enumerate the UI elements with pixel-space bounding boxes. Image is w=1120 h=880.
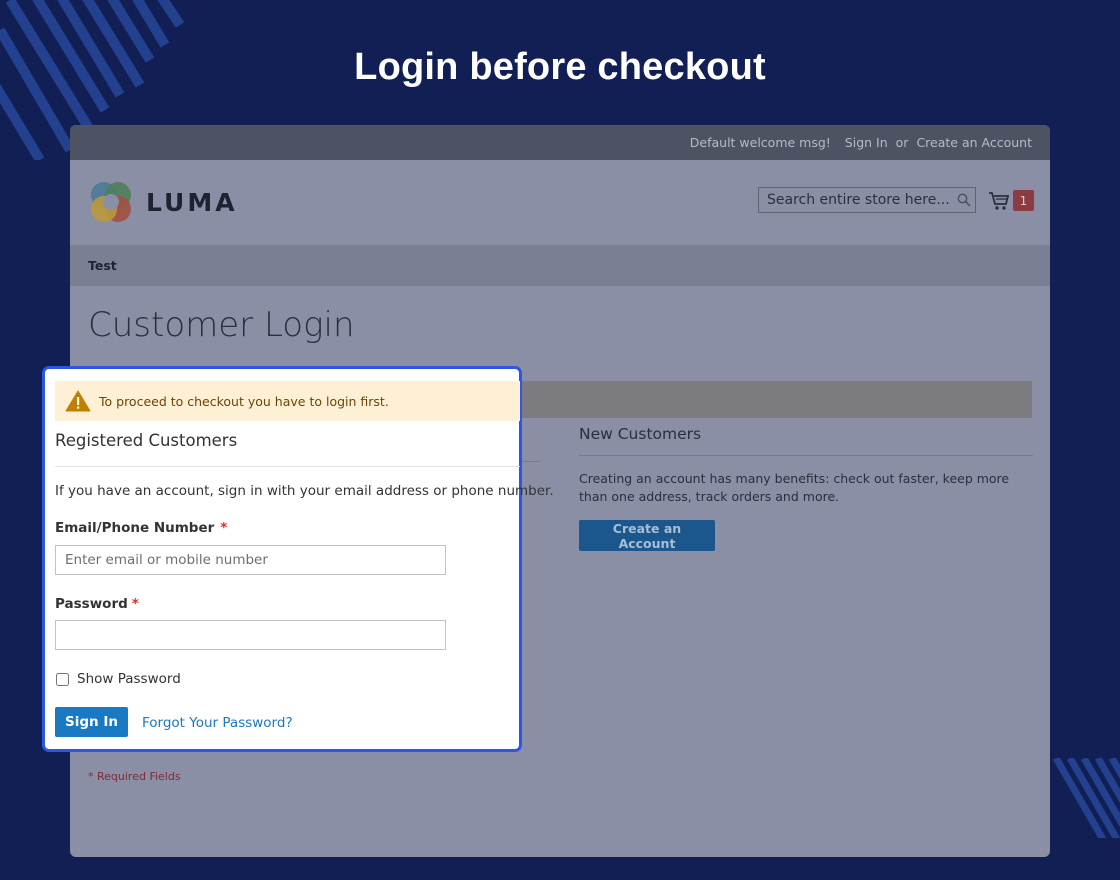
- cart-icon: [989, 191, 1010, 210]
- password-label: Password *: [55, 596, 139, 612]
- checkout-login-alert: To proceed to checkout you have to login…: [55, 381, 520, 421]
- registered-divider: [55, 466, 520, 467]
- luma-logo[interactable]: LUMA: [88, 179, 238, 225]
- registered-customers-title: Registered Customers: [55, 431, 238, 450]
- email-field[interactable]: [55, 545, 446, 575]
- email-label: Email/Phone Number *: [55, 520, 227, 536]
- top-create-account-link[interactable]: Create an Account: [916, 135, 1032, 150]
- new-customers-title: New Customers: [579, 425, 1033, 456]
- forgot-password-link[interactable]: Forgot Your Password?: [142, 715, 293, 731]
- nav-bar: Test: [70, 245, 1050, 286]
- password-label-text: Password: [55, 596, 128, 612]
- minicart[interactable]: 1: [988, 190, 1034, 211]
- headline: Login before checkout: [354, 46, 766, 88]
- decorative-stripes-bottom-right: [1052, 758, 1120, 838]
- new-customers-block: New Customers Creating an account has ma…: [579, 425, 1033, 552]
- show-password-checkbox[interactable]: [56, 672, 69, 686]
- alert-text: To proceed to checkout you have to login…: [99, 393, 389, 409]
- top-links-bar: Default welcome msg! Sign In or Create a…: [70, 125, 1050, 160]
- top-or-text: or: [895, 135, 909, 150]
- new-customers-text: Creating an account has many benefits: c…: [579, 471, 1010, 504]
- logo-text: LUMA: [146, 187, 238, 217]
- search-input[interactable]: Search entire store here...: [767, 192, 953, 208]
- search-icon[interactable]: [953, 189, 975, 211]
- warning-icon: [65, 390, 91, 412]
- password-field[interactable]: [55, 620, 446, 650]
- registered-customers-card: To proceed to checkout you have to login…: [42, 366, 554, 752]
- store-header: LUMA Search entire store here... 1: [70, 160, 1050, 245]
- luma-logo-icon: [91, 182, 131, 222]
- registered-intro: If you have an account, sign in with you…: [55, 483, 554, 499]
- sign-in-button[interactable]: Sign In: [55, 707, 128, 737]
- email-required-mark: *: [220, 520, 228, 536]
- show-password-label: Show Password: [77, 671, 181, 687]
- password-required-mark: *: [131, 596, 139, 612]
- create-account-button[interactable]: Create an Account: [579, 520, 715, 551]
- search-box[interactable]: Search entire store here...: [758, 187, 976, 213]
- page-title: Customer Login: [88, 305, 355, 345]
- nav-item-test[interactable]: Test: [88, 258, 117, 273]
- required-fields-note: * Required Fields: [88, 770, 181, 783]
- cart-count-badge: 1: [1013, 190, 1034, 211]
- welcome-message: Default welcome msg!: [689, 135, 831, 150]
- show-password-row[interactable]: Show Password: [55, 671, 181, 687]
- top-sign-in-link[interactable]: Sign In: [845, 135, 888, 150]
- email-label-text: Email/Phone Number: [55, 520, 215, 536]
